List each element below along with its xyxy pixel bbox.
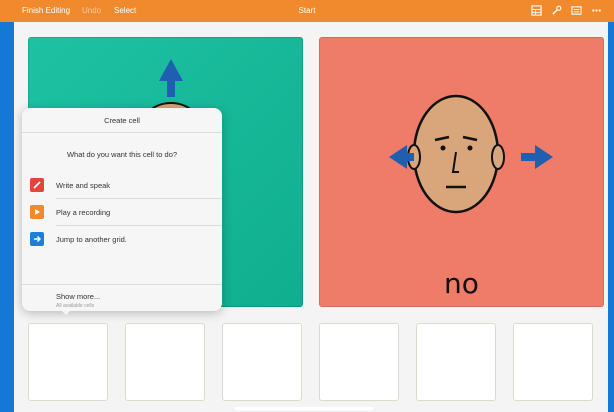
empty-cell-4[interactable]: [319, 323, 399, 401]
popover-title: Create cell: [104, 116, 140, 125]
more-icon[interactable]: [590, 4, 602, 16]
divider: [56, 225, 222, 226]
wrench-icon[interactable]: [550, 4, 562, 16]
option-label: Jump to another grid.: [56, 234, 127, 244]
no-symbol-cell[interactable]: no: [319, 37, 604, 307]
play-icon: [30, 205, 44, 219]
top-toolbar: Finish Editing Undo Select Start: [0, 0, 614, 22]
divider: [22, 284, 222, 285]
empty-cell-6[interactable]: [513, 323, 593, 401]
empty-cell-5[interactable]: [416, 323, 496, 401]
divider: [56, 198, 222, 199]
grid-icon[interactable]: [530, 4, 542, 16]
option-label: Play a recording: [56, 207, 111, 217]
empty-cell-1[interactable]: [28, 323, 108, 401]
popover-pointer: [60, 309, 72, 315]
create-cell-popover: Create cell What do you want this cell t…: [22, 108, 222, 315]
empty-cell-3[interactable]: [222, 323, 302, 401]
device-bezel-right: [608, 0, 614, 412]
cell-label: no: [444, 267, 479, 300]
show-more-button[interactable]: Show more...: [56, 292, 100, 301]
device-bezel-left: [0, 0, 14, 412]
option-label: Write and speak: [56, 180, 111, 190]
arrow-right-icon: [30, 232, 44, 246]
home-indicator[interactable]: [234, 407, 374, 410]
option-write-and-speak[interactable]: Write and speak: [30, 174, 220, 196]
empty-cell-2[interactable]: [125, 323, 205, 401]
toolbar-icons: [530, 4, 602, 16]
page-title: Start: [298, 6, 316, 15]
popover-question: What do you want this cell to do?: [66, 150, 178, 159]
option-jump-to-grid[interactable]: Jump to another grid.: [30, 228, 220, 250]
app-frame: Finish Editing Undo Select Start no Crea…: [0, 0, 614, 412]
divider: [22, 132, 222, 133]
pencil-icon: [30, 178, 44, 192]
option-play-recording[interactable]: Play a recording: [30, 201, 220, 223]
list-icon[interactable]: [570, 4, 582, 16]
